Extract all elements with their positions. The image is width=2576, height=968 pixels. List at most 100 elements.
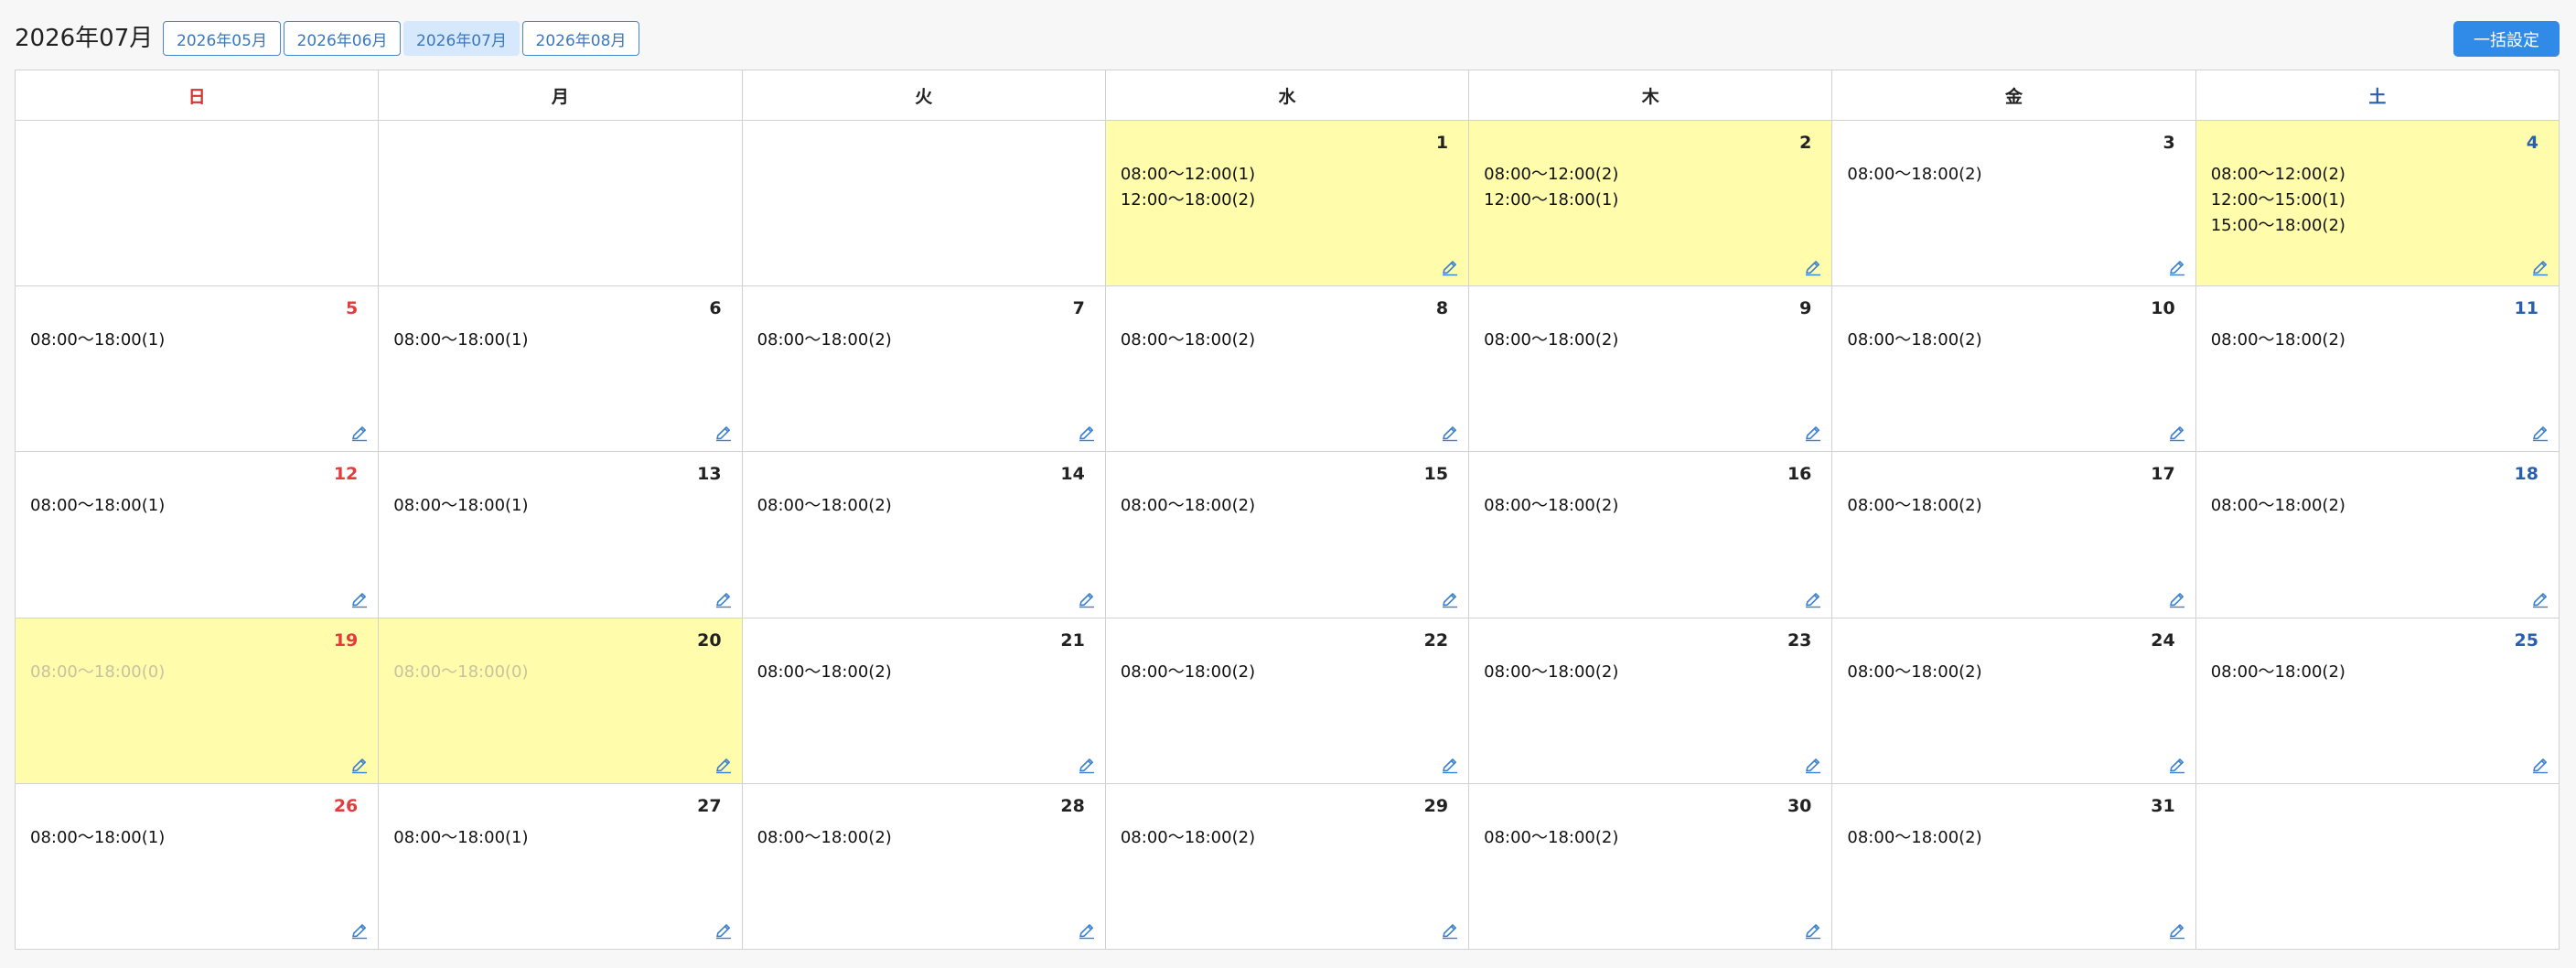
calendar-day-cell: 26 08:00〜18:00(1) xyxy=(14,782,380,951)
month-button-2026-08[interactable]: 2026年08月 xyxy=(522,21,639,56)
pencil-icon[interactable] xyxy=(714,923,733,940)
weekday-header-mon: 月 xyxy=(378,70,743,121)
time-slot: 15:00〜18:00(2) xyxy=(2210,216,2345,235)
pencil-icon[interactable] xyxy=(1804,425,1822,442)
calendar-day-cell: 27 08:00〜18:00(1) xyxy=(378,782,743,951)
weekday-header-sun: 日 xyxy=(14,70,380,121)
month-button-2026-07[interactable]: 2026年07月 xyxy=(403,21,520,56)
day-number: 7 xyxy=(1072,298,1085,319)
pencil-icon[interactable] xyxy=(350,592,369,608)
pencil-icon[interactable] xyxy=(2531,260,2549,276)
pencil-icon[interactable] xyxy=(714,425,733,442)
weekday-header-sat: 土 xyxy=(2195,70,2560,121)
pencil-icon[interactable] xyxy=(2168,260,2186,276)
day-number: 10 xyxy=(2151,298,2175,319)
time-slot-list: 08:00〜18:00(2) xyxy=(1847,825,1981,851)
calendar-day-cell: 25 08:00〜18:00(2) xyxy=(2195,617,2560,784)
time-slot-list: 08:00〜18:00(0) xyxy=(30,660,165,685)
calendar-day-cell: 4 08:00〜12:00(2) 12:00〜15:00(1) 15:00〜18:00… xyxy=(2195,119,2560,287)
day-number: 12 xyxy=(333,464,359,485)
calendar-day-cell: 28 08:00〜18:00(2) xyxy=(741,782,1106,951)
pencil-icon[interactable] xyxy=(1804,592,1822,608)
pencil-icon[interactable] xyxy=(1078,425,1096,442)
day-number: 5 xyxy=(346,298,359,319)
pencil-icon[interactable] xyxy=(1441,425,1459,442)
pencil-icon[interactable] xyxy=(1804,923,1822,940)
month-button-2026-06[interactable]: 2026年06月 xyxy=(284,21,401,56)
pencil-icon[interactable] xyxy=(2168,592,2186,608)
time-slot-list: 08:00〜18:00(2) xyxy=(1847,493,1981,519)
day-number: 8 xyxy=(1435,298,1449,319)
weekday-header-fri: 金 xyxy=(1831,70,2196,121)
calendar-day-cell: 22 08:00〜18:00(2) xyxy=(1104,617,1470,784)
pencil-icon[interactable] xyxy=(2531,592,2549,608)
pencil-icon[interactable] xyxy=(1078,758,1096,774)
time-slot-list: 08:00〜18:00(2) xyxy=(757,328,892,353)
time-slot: 08:00〜18:00(2) xyxy=(1847,496,1982,516)
calendar-day-cell: 16 08:00〜18:00(2) xyxy=(1468,451,1833,618)
pencil-icon[interactable] xyxy=(1441,758,1459,774)
time-slot: 08:00〜18:00(2) xyxy=(1120,661,1256,682)
pencil-icon[interactable] xyxy=(1804,260,1822,276)
time-slot: 12:00〜18:00(1) xyxy=(1484,190,1619,210)
day-number: 31 xyxy=(2151,795,2175,816)
calendar-day-cell: 9 08:00〜18:00(2) xyxy=(1468,285,1833,453)
pencil-icon[interactable] xyxy=(2168,758,2186,774)
pencil-icon[interactable] xyxy=(350,923,369,940)
day-number: 14 xyxy=(1060,464,1085,485)
calendar-day-cell: 17 08:00〜18:00(2) xyxy=(1831,451,2196,618)
calendar-empty-cell xyxy=(2195,782,2560,951)
time-slot: 12:00〜15:00(1) xyxy=(2210,190,2345,210)
pencil-icon[interactable] xyxy=(1441,260,1459,276)
day-number: 29 xyxy=(1423,795,1449,816)
pencil-icon[interactable] xyxy=(350,425,369,442)
pencil-icon[interactable] xyxy=(714,758,733,774)
day-number: 3 xyxy=(2163,133,2175,153)
time-slot: 08:00〜12:00(2) xyxy=(1484,165,1619,184)
day-number: 17 xyxy=(2151,464,2175,485)
weekday-header-wed: 水 xyxy=(1104,70,1470,121)
calendar-day-cell: 24 08:00〜18:00(2) xyxy=(1831,617,2196,784)
month-button-2026-05[interactable]: 2026年05月 xyxy=(163,21,281,56)
pencil-icon[interactable] xyxy=(1804,758,1822,774)
calendar-day-cell: 18 08:00〜18:00(2) xyxy=(2195,451,2560,618)
calendar-day-cell: 23 08:00〜18:00(2) xyxy=(1468,617,1833,784)
time-slot: 08:00〜12:00(2) xyxy=(2210,165,2345,184)
day-number: 23 xyxy=(1787,629,1812,651)
pencil-icon[interactable] xyxy=(2168,425,2186,442)
calendar-day-cell: 7 08:00〜18:00(2) xyxy=(741,285,1106,453)
calendar-day-cell: 11 08:00〜18:00(2) xyxy=(2195,285,2560,453)
time-slot-list: 08:00〜18:00(2) xyxy=(1121,493,1255,519)
day-number: 25 xyxy=(2514,629,2538,651)
bulk-settings-button[interactable]: 一括設定 xyxy=(2453,21,2560,57)
pencil-icon[interactable] xyxy=(1078,923,1096,940)
time-slot: 08:00〜18:00(2) xyxy=(1847,661,1982,682)
calendar-day-cell: 30 08:00〜18:00(2) xyxy=(1468,782,1833,951)
day-number: 1 xyxy=(1435,133,1449,153)
calendar-day-cell: 1 08:00〜12:00(1) 12:00〜18:00(2) xyxy=(1104,119,1470,287)
pencil-icon[interactable] xyxy=(1441,923,1459,940)
calendar-day-cell: 3 08:00〜18:00(2) xyxy=(1831,119,2196,287)
time-slot-list: 08:00〜18:00(2) xyxy=(757,493,892,519)
pencil-icon[interactable] xyxy=(1078,592,1096,608)
calendar-empty-cell xyxy=(14,119,380,287)
calendar-week-row: 19 08:00〜18:00(0) 20 08:00〜18:00(0) 21 08:00〜… xyxy=(14,617,2560,784)
pencil-icon[interactable] xyxy=(1441,592,1459,608)
pencil-icon[interactable] xyxy=(350,758,369,774)
time-slot-list: 08:00〜18:00(1) xyxy=(393,825,528,851)
calendar-week-row: 5 08:00〜18:00(1) 6 08:00〜18:00(1) 7 08:00〜18:… xyxy=(14,285,2560,453)
day-number: 18 xyxy=(2514,464,2538,485)
time-slot: 08:00〜18:00(1) xyxy=(393,496,529,516)
time-slot: 08:00〜18:00(1) xyxy=(393,827,529,847)
pencil-icon[interactable] xyxy=(2168,923,2186,940)
calendar-week-row: 12 08:00〜18:00(1) 13 08:00〜18:00(1) 14 08:00〜… xyxy=(14,451,2560,618)
time-slot: 08:00〜18:00(0) xyxy=(30,661,166,682)
pencil-icon[interactable] xyxy=(2531,425,2549,442)
time-slot: 08:00〜18:00(2) xyxy=(1484,827,1619,847)
day-number: 9 xyxy=(1799,298,1812,319)
day-number: 26 xyxy=(333,795,359,816)
calendar-empty-cell xyxy=(378,119,743,287)
day-number: 16 xyxy=(1787,464,1812,485)
pencil-icon[interactable] xyxy=(714,592,733,608)
pencil-icon[interactable] xyxy=(2531,758,2549,774)
